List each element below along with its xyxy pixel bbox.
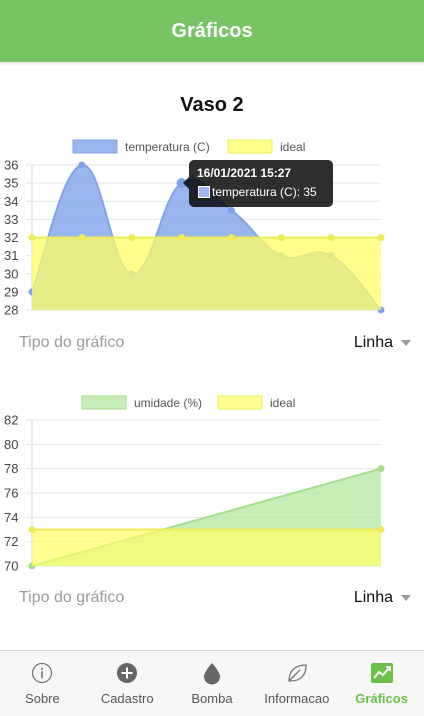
data-point [128,234,136,241]
tab-label: Bomba [191,691,233,706]
chart-tooltip: 16/01/2021 15:27 temperatura (C): 35 [183,160,333,207]
bottom-tab-bar: Sobre Cadastro Bomba Informacao Gráficos [0,650,424,716]
tab-label: Gráficos [355,691,408,706]
y-tick-label: 74 [4,510,18,525]
legend-swatch [72,139,118,154]
y-tick-label: 28 [4,303,18,318]
y-tick-label: 35 [4,176,18,191]
chart-type-select[interactable]: Linha [354,334,411,352]
series-area [32,529,381,566]
tab-informacao[interactable]: Informacao [254,651,339,716]
tab-label: Informacao [264,691,330,706]
y-tick-label: 80 [4,437,18,452]
tab-label: Sobre [25,691,60,706]
data-point [377,526,385,533]
page-title: Vaso 2 [180,94,244,116]
y-tick-label: 36 [4,158,18,173]
data-point [227,206,235,214]
line-chart-icon [370,661,394,685]
legend-label: temperatura (C) [125,140,210,154]
legend-swatch [81,395,127,410]
chevron-down-icon [401,595,411,601]
chart-type-row: Tipo do gráfico Linha [19,331,411,355]
chevron-down-icon [401,340,411,346]
water-drop-icon [200,661,224,685]
legend-swatch [217,395,263,410]
tab-sobre[interactable]: Sobre [0,651,85,716]
data-point [78,234,86,241]
data-point [178,234,186,241]
legend-label: ideal [270,396,295,410]
series-area [32,237,381,310]
tab-cadastro[interactable]: Cadastro [85,651,170,716]
tab-label: Cadastro [100,691,154,706]
data-point [28,526,36,533]
y-tick-label: 76 [4,486,18,501]
y-tick-label: 78 [4,461,18,476]
data-point [227,234,235,241]
data-point [277,234,285,241]
tab-graficos[interactable]: Gráficos [339,651,424,716]
add-circle-icon [115,661,139,685]
y-tick-label: 31 [4,248,18,263]
tooltip-swatch [198,186,210,198]
y-tick-label: 29 [4,284,18,299]
data-point [377,234,385,241]
chart-type-label: Tipo do gráfico [19,334,125,351]
tooltip-title: 16/01/2021 15:27 [197,166,292,180]
legend-label: ideal [280,140,305,154]
leaf-icon [285,661,309,685]
legend-swatch [227,139,273,154]
y-tick-label: 30 [4,266,18,281]
tab-bomba[interactable]: Bomba [170,651,255,716]
data-point [327,234,335,241]
y-tick-label: 82 [4,413,18,428]
data-point [78,161,86,169]
y-tick-label: 34 [4,194,18,209]
header-divider [0,62,424,66]
y-tick-label: 32 [4,230,18,245]
header-title: Gráficos [171,19,253,42]
chart-type-value: Linha [353,334,393,351]
y-tick-label: 72 [4,534,18,549]
y-tick-label: 33 [4,212,18,227]
data-point [377,465,385,473]
chart-type-select[interactable]: Linha [354,589,411,607]
app-header: Gráficos [0,0,424,62]
info-icon [30,661,54,685]
legend-label: umidade (%) [134,396,202,410]
tooltip-body: temperatura (C): 35 [212,185,317,199]
y-tick-label: 70 [4,559,18,574]
humidity-chart: 70 72 74 76 78 80 82 umidade (%) ideal [4,395,385,574]
data-point [28,234,36,241]
chart-type-value: Linha [353,589,393,606]
tooltip-arrow [183,177,189,189]
chart-type-row-2: Tipo do gráfico Linha [19,586,411,610]
chart-type-label: Tipo do gráfico [19,589,125,606]
